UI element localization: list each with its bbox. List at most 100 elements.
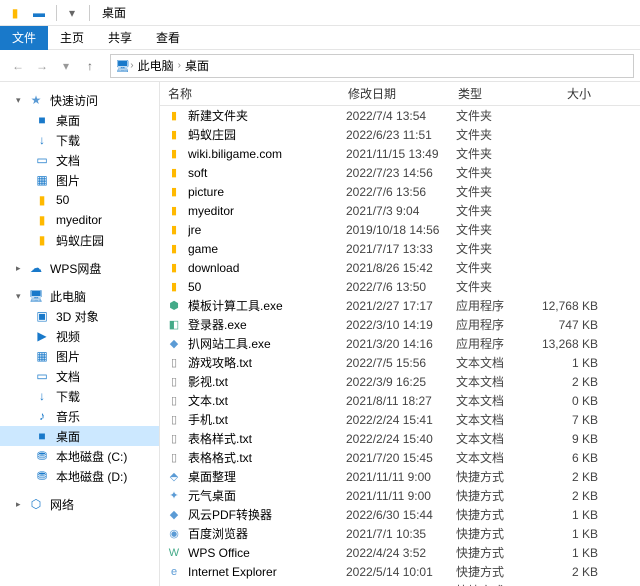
file-name: 百度浏览器	[188, 525, 346, 542]
sidebar-item[interactable]: ↓下载	[0, 130, 159, 150]
item-icon: ▦	[34, 172, 50, 188]
file-date: 2021/11/15 13:49	[346, 147, 456, 161]
col-name[interactable]: 名称	[160, 85, 340, 102]
file-row[interactable]: ⬢模板计算工具.exe2021/2/27 17:17应用程序12,768 KB	[160, 296, 640, 315]
sidebar-item[interactable]: ⛃本地磁盘 (D:)	[0, 466, 159, 486]
file-name: game	[188, 242, 346, 256]
file-icon: ▮	[166, 279, 182, 295]
file-row[interactable]: ▮wiki.biligame.com2021/11/15 13:49文件夹	[160, 144, 640, 163]
sidebar-this-pc[interactable]: ▾ 🖥 此电脑	[0, 286, 159, 306]
column-header[interactable]: 名称 修改日期 类型 大小	[160, 82, 640, 106]
file-row[interactable]: ▯文本.txt2021/8/11 18:27文本文档0 KB	[160, 391, 640, 410]
sidebar-item[interactable]: ▶视频	[0, 326, 159, 346]
file-type: 文件夹	[456, 145, 536, 162]
sidebar-network[interactable]: ▸ ⬡ 网络	[0, 494, 159, 514]
sidebar-item[interactable]: ▮蚂蚁庄园	[0, 230, 159, 250]
sidebar-quick-access[interactable]: ▾ ★ 快速访问	[0, 90, 159, 110]
file-row[interactable]: ▯影视.txt2022/3/9 16:25文本文档2 KB	[160, 372, 640, 391]
file-name: 模板计算工具.exe	[188, 297, 346, 314]
file-row[interactable]: ◆扒网站工具.exe2021/3/20 14:16应用程序13,268 KB	[160, 334, 640, 353]
file-row[interactable]: ▯表格格式.txt2021/7/20 15:45文本文档6 KB	[160, 448, 640, 467]
file-row[interactable]: ▮myeditor2021/7/3 9:04文件夹	[160, 201, 640, 220]
file-row[interactable]: ⬘桌面整理2021/11/11 9:00快捷方式2 KB	[160, 467, 640, 486]
up-icon[interactable]: ↑	[78, 54, 102, 78]
sidebar-item[interactable]: ⛃本地磁盘 (C:)	[0, 446, 159, 466]
breadcrumb[interactable]: 🖥 › 此电脑 › 桌面	[110, 54, 634, 78]
file-row[interactable]: eInternet Explorer2022/5/14 10:01快捷方式2 K…	[160, 562, 640, 581]
back-icon[interactable]: ←	[6, 54, 30, 78]
file-row[interactable]: ▮download2021/8/26 15:42文件夹	[160, 258, 640, 277]
file-date: 2019/10/18 14:56	[346, 223, 456, 237]
sidebar-item[interactable]: ▭文档	[0, 366, 159, 386]
file-row[interactable]: ▯游戏攻略.txt2022/7/5 15:56文本文档1 KB	[160, 353, 640, 372]
file-name: 风云PDF转换器	[188, 506, 346, 523]
menu-home[interactable]: 主页	[48, 26, 96, 50]
title-bar: ▮ ▬ ▾ 桌面	[0, 0, 640, 26]
file-icon: ◉	[166, 526, 182, 542]
sidebar-item[interactable]: ▣3D 对象	[0, 306, 159, 326]
col-date[interactable]: 修改日期	[340, 85, 450, 102]
file-row[interactable]: ◉百度浏览器2021/7/1 10:35快捷方式1 KB	[160, 524, 640, 543]
file-row[interactable]: ◆风云PDF转换器2022/6/30 15:44快捷方式1 KB	[160, 505, 640, 524]
file-name: 新建文件夹	[188, 107, 346, 124]
caret-down-icon: ▾	[16, 95, 26, 106]
file-type: 文件夹	[456, 259, 536, 276]
file-row[interactable]: ✦元气桌面2021/11/11 9:00快捷方式2 KB	[160, 486, 640, 505]
file-type: 快捷方式	[456, 582, 536, 586]
file-type: 文件夹	[456, 278, 536, 295]
sidebar-item[interactable]: ▮50	[0, 190, 159, 210]
file-row[interactable]: ▮jre2019/10/18 14:56文件夹	[160, 220, 640, 239]
col-size[interactable]: 大小	[530, 85, 600, 102]
file-row[interactable]: ▮502022/7/6 13:50文件夹	[160, 277, 640, 296]
sidebar-wps[interactable]: ▸ ☁ WPS网盘	[0, 258, 159, 278]
file-name: 游戏攻略.txt	[188, 354, 346, 371]
file-icon: ▯	[166, 450, 182, 466]
sidebar-item[interactable]: ▦图片	[0, 346, 159, 366]
dropdown-icon[interactable]: ▾	[61, 2, 83, 24]
crumb-desktop[interactable]: 桌面	[181, 57, 213, 74]
file-icon: ▮	[166, 184, 182, 200]
file-date: 2022/6/23 11:51	[346, 128, 456, 142]
file-type: 文件夹	[456, 164, 536, 181]
file-row[interactable]: ▮蚂蚁庄园2022/6/23 11:51文件夹	[160, 125, 640, 144]
file-date: 2021/7/3 9:04	[346, 204, 456, 218]
file-row[interactable]: ▯手机.txt2022/2/24 15:41文本文档7 KB	[160, 410, 640, 429]
item-icon: ▮	[34, 192, 50, 208]
dropdown-history-icon[interactable]: ▾	[54, 54, 78, 78]
file-row[interactable]: ◧登录器.exe2022/3/10 14:19应用程序747 KB	[160, 315, 640, 334]
file-type: 文件夹	[456, 126, 536, 143]
file-type: 文本文档	[456, 354, 536, 371]
file-row[interactable]: ▮picture2022/7/6 13:56文件夹	[160, 182, 640, 201]
file-row[interactable]: WWPS Office2022/4/24 3:52快捷方式1 KB	[160, 543, 640, 562]
pc-icon: 🖥	[115, 59, 130, 73]
file-type: 快捷方式	[456, 506, 536, 523]
sidebar-item[interactable]: ▭文档	[0, 150, 159, 170]
sidebar-item[interactable]: ▮myeditor	[0, 210, 159, 230]
forward-icon[interactable]: →	[30, 54, 54, 78]
crumb-pc[interactable]: 此电脑	[134, 57, 178, 74]
sidebar-item[interactable]: ♪音乐	[0, 406, 159, 426]
file-row[interactable]: ▮game2021/7/17 13:33文件夹	[160, 239, 640, 258]
file-icon: ▮	[166, 260, 182, 276]
file-name: Internet Explorer	[188, 565, 346, 579]
col-type[interactable]: 类型	[450, 85, 530, 102]
item-icon: ♪	[34, 408, 50, 424]
sidebar-item[interactable]: ▦图片	[0, 170, 159, 190]
file-row[interactable]: ▮新建文件夹2022/7/4 13:54文件夹	[160, 106, 640, 125]
menu-view[interactable]: 查看	[144, 26, 192, 50]
file-row[interactable]: PsAdobe Photoshop 20202021/7/14 15:40快捷方…	[160, 581, 640, 586]
sidebar-item[interactable]: ↓下载	[0, 386, 159, 406]
file-row[interactable]: ▯表格样式.txt2022/2/24 15:40文本文档9 KB	[160, 429, 640, 448]
sidebar-item[interactable]: ■桌面	[0, 110, 159, 130]
file-date: 2021/2/27 17:17	[346, 299, 456, 313]
file-size: 12,768 KB	[536, 299, 606, 313]
menu-share[interactable]: 共享	[96, 26, 144, 50]
file-row[interactable]: ▮soft2022/7/23 14:56文件夹	[160, 163, 640, 182]
file-type: 文本文档	[456, 411, 536, 428]
star-icon: ★	[28, 92, 44, 108]
menu-file[interactable]: 文件	[0, 26, 48, 50]
file-icon: ▮	[166, 146, 182, 162]
sidebar-item[interactable]: ■桌面	[0, 426, 159, 446]
file-icon: ▮	[166, 241, 182, 257]
save-icon[interactable]: ▬	[28, 2, 50, 24]
